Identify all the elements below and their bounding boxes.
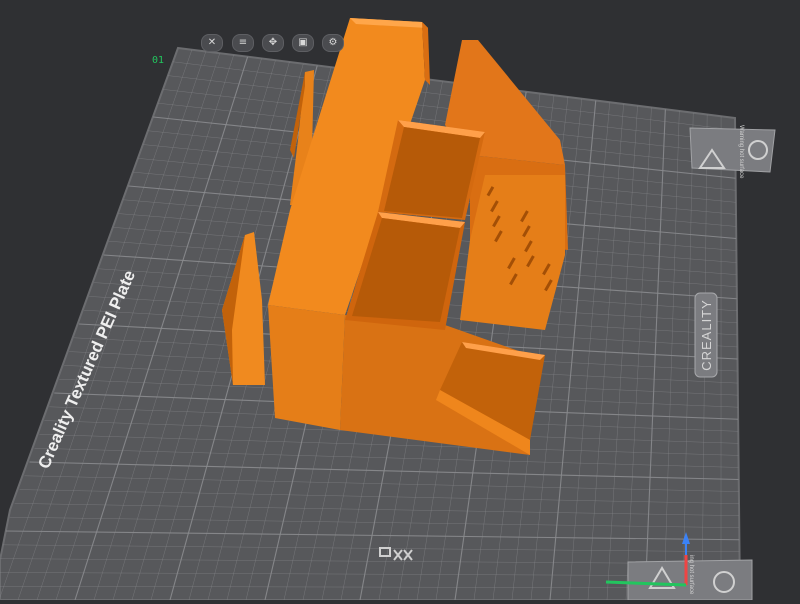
warning-text-top: Warning hot surface [738,125,744,179]
plate-settings-button[interactable]: ⚙ [322,34,344,52]
close-icon: ✕ [208,37,216,48]
lock-icon: ▣ [298,37,307,48]
arrange-plate-button[interactable]: ≡ [232,34,254,52]
brand-text: CREALITY [699,299,714,371]
warning-text-bottom: ing hot surface [688,555,694,595]
close-plate-button[interactable]: ✕ [201,34,223,52]
scene-svg[interactable]: 01 Creality Textured PEI Plate CREALITY … [0,0,800,600]
settings-icon: ⚙ [329,37,338,48]
arrange-icon: ≡ [239,37,247,48]
brand-badge: CREALITY [695,293,717,377]
plate-index: 01 [152,55,164,66]
lock-plate-button[interactable]: ▣ [292,34,314,52]
hot-surface-warning-bottom: ing hot surface [628,555,752,600]
auto-orient-plate-button[interactable]: ✥ [262,34,284,52]
auto-orient-icon: ✥ [269,37,277,48]
3d-viewport[interactable]: 01 Creality Textured PEI Plate CREALITY … [0,0,800,600]
